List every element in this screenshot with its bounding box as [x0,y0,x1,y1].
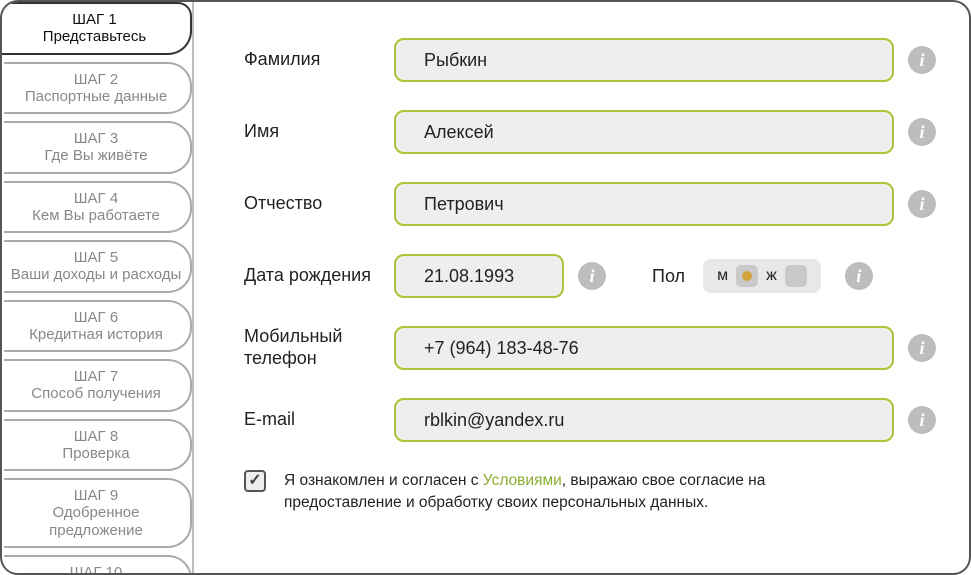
step-1[interactable]: ШАГ 1 Представьтесь [1,2,192,55]
step-title: Проверка [8,445,184,462]
step-10[interactable]: ШАГ 10 Подтверждение перевода [4,555,192,575]
step-num: ШАГ 5 [8,249,184,266]
input-email[interactable] [394,398,894,442]
info-icon[interactable]: i [908,46,936,74]
row-lastname: Фамилия i [244,38,949,82]
step-title: Кредитная история [8,326,184,343]
step-num: ШАГ 2 [8,71,184,88]
step-title: Одобренное предложение [8,504,184,539]
main-form: Фамилия i Имя i Отчество i Дата рождения… [194,2,969,573]
step-7[interactable]: ШАГ 7 Способ получения [4,359,192,412]
step-title: Представьтесь [5,28,184,45]
step-num: ШАГ 10 [8,564,184,575]
step-num: ШАГ 9 [8,487,184,504]
step-title: Способ получения [8,385,184,402]
step-title: Кем Вы работаете [8,207,184,224]
step-num: ШАГ 8 [8,428,184,445]
row-email: E-mail i [244,398,949,442]
row-agree: ✓ Я ознакомлен и согласен с Условиями, в… [244,470,949,513]
row-dob-gender: Дата рождения i Пол м ж i [244,254,949,298]
label-firstname: Имя [244,121,394,143]
sidebar: ШАГ 1 Представьтесь ШАГ 2 Паспортные дан… [2,2,194,573]
step-num: ШАГ 3 [8,130,184,147]
row-phone: Мобильный телефон i [244,326,949,370]
step-title: Где Вы живёте [8,147,184,164]
input-phone[interactable] [394,326,894,370]
step-num: ШАГ 6 [8,309,184,326]
info-icon[interactable]: i [908,406,936,434]
input-dob[interactable] [394,254,564,298]
label-phone: Мобильный телефон [244,326,394,369]
agree-text: Я ознакомлен и согласен с Условиями, выр… [284,470,874,513]
info-icon[interactable]: i [578,262,606,290]
label-gender: Пол [652,266,685,287]
gender-m-label: м [717,267,728,285]
terms-link[interactable]: Условиями [483,472,562,489]
info-icon[interactable]: i [908,190,936,218]
step-num: ШАГ 4 [8,190,184,207]
label-lastname: Фамилия [244,49,394,71]
step-8[interactable]: ШАГ 8 Проверка [4,419,192,472]
row-firstname: Имя i [244,110,949,154]
step-num: ШАГ 1 [5,11,184,28]
agree-checkbox[interactable]: ✓ [244,470,266,492]
info-icon[interactable]: i [845,262,873,290]
step-title: Ваши доходы и расходы [8,266,184,283]
step-3[interactable]: ШАГ 3 Где Вы живёте [4,121,192,174]
input-firstname[interactable] [394,110,894,154]
gender-group: м ж [703,259,821,293]
step-4[interactable]: ШАГ 4 Кем Вы работаете [4,181,192,234]
app-window: ШАГ 1 Представьтесь ШАГ 2 Паспортные дан… [0,0,971,575]
agree-prefix: Я ознакомлен и согласен с [284,472,483,489]
input-lastname[interactable] [394,38,894,82]
gender-f-label: ж [766,267,777,285]
label-email: E-mail [244,409,394,431]
input-middlename[interactable] [394,182,894,226]
step-6[interactable]: ШАГ 6 Кредитная история [4,300,192,353]
label-dob: Дата рождения [244,265,394,287]
step-num: ШАГ 7 [8,368,184,385]
row-middlename: Отчество i [244,182,949,226]
step-5[interactable]: ШАГ 5 Ваши доходы и расходы [4,240,192,293]
gender-male-radio[interactable] [736,265,758,287]
gender-female-radio[interactable] [785,265,807,287]
info-icon[interactable]: i [908,334,936,362]
step-title: Паспортные данные [8,88,184,105]
info-icon[interactable]: i [908,118,936,146]
label-middlename: Отчество [244,193,394,215]
step-9[interactable]: ШАГ 9 Одобренное предложение [4,478,192,548]
step-2[interactable]: ШАГ 2 Паспортные данные [4,62,192,115]
